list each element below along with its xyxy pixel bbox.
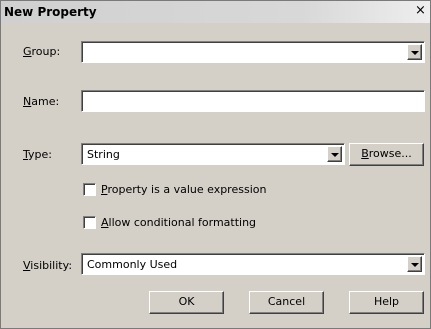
value-expression-label[interactable]: Property is a value expression <box>101 183 266 196</box>
conditional-formatting-label[interactable]: Allow conditional formatting <box>101 216 256 229</box>
group-label: Group: <box>23 45 61 58</box>
new-property-dialog: New Property × Group: Name: Type: String… <box>0 0 431 329</box>
name-label: Name: <box>23 95 60 108</box>
visibility-combobox[interactable]: Commonly Used <box>81 253 425 275</box>
chevron-down-icon[interactable] <box>407 44 422 60</box>
visibility-value: Commonly Used <box>87 258 178 271</box>
browse-button[interactable]: Browse... <box>349 143 424 166</box>
conditional-formatting-checkbox[interactable] <box>83 216 96 229</box>
cancel-button[interactable]: Cancel <box>249 291 324 314</box>
dialog-title: New Property <box>4 5 97 19</box>
group-combobox[interactable] <box>81 41 425 63</box>
close-icon[interactable]: × <box>413 4 428 18</box>
type-label: Type: <box>23 148 52 161</box>
name-field[interactable] <box>81 90 425 112</box>
help-button[interactable]: Help <box>349 291 424 314</box>
ok-button[interactable]: OK <box>149 291 224 314</box>
value-expression-checkbox[interactable] <box>83 183 96 196</box>
type-combobox[interactable]: String <box>81 143 345 165</box>
chevron-down-icon[interactable] <box>327 146 342 162</box>
chevron-down-icon[interactable] <box>407 256 422 272</box>
type-value: String <box>87 148 120 161</box>
title-bar[interactable]: New Property × <box>1 1 430 23</box>
visibility-label: Visibility: <box>23 259 73 272</box>
